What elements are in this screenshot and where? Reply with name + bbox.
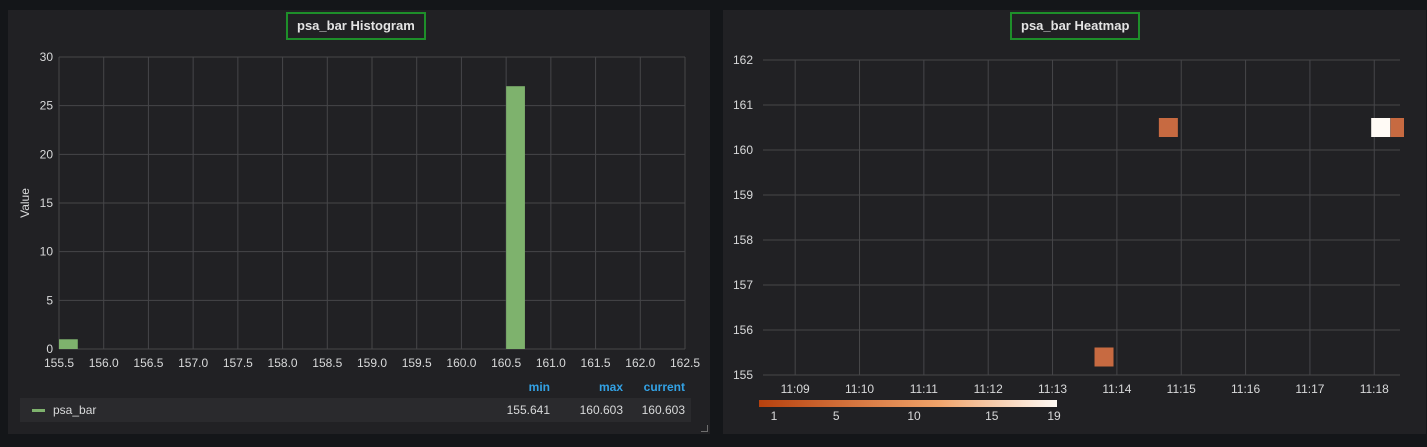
histogram-panel[interactable]: psa_bar Histogram 155.5 156.0 156.5 157.0 15…: [8, 10, 710, 434]
color-scale-tick: 5: [833, 409, 840, 423]
color-scale-tick: 15: [985, 409, 999, 423]
y-tick-label: 155: [733, 368, 753, 382]
x-tick-label: 161.0: [536, 356, 566, 370]
x-tick-label: 11:10: [845, 382, 874, 396]
heatmap-cell: [1371, 118, 1391, 137]
legend-min-value: 155.641: [506, 403, 550, 417]
x-tick-label: 160.5: [491, 356, 521, 370]
legend-header-min[interactable]: min: [470, 378, 550, 396]
y-tick-label: 160: [733, 143, 753, 157]
legend-header-max[interactable]: max: [550, 378, 623, 396]
legend-max-value: 160.603: [579, 403, 623, 417]
y-tick-label: 162: [733, 53, 753, 67]
x-tick-label: 162.0: [625, 356, 655, 370]
x-tick-label: 11:18: [1360, 382, 1389, 396]
x-tick-label: 157.5: [223, 356, 253, 370]
y-tick-label: 5: [46, 293, 53, 307]
color-scale-tick: 10: [907, 409, 921, 423]
y-tick-label: 0: [46, 342, 53, 356]
x-tick-label: 156.5: [133, 356, 163, 370]
color-scale-tick: 19: [1047, 409, 1061, 423]
x-tick-label: 11:09: [781, 382, 810, 396]
legend-row[interactable]: psa_bar 155.641 160.603 160.603: [20, 398, 691, 422]
y-tick-label: 161: [733, 98, 753, 112]
y-tick-label: 158: [733, 233, 753, 247]
x-tick-label: 160.0: [446, 356, 476, 370]
x-tick-label: 161.5: [581, 356, 611, 370]
x-tick-label: 158.0: [268, 356, 298, 370]
x-tick-label: 162.5: [670, 356, 700, 370]
heatmap-panel[interactable]: psa_bar Heatmap 155 156 157 158 159 160 161 162…: [723, 10, 1426, 434]
x-tick-label: 11:16: [1231, 382, 1260, 396]
heatmap-cell: [1390, 118, 1404, 137]
y-tick-label: 20: [40, 147, 54, 161]
x-tick-label: 11:13: [1038, 382, 1067, 396]
legend-header-current[interactable]: current: [623, 378, 685, 396]
y-tick-label: 156: [733, 323, 753, 337]
x-tick-label: 11:11: [910, 382, 939, 396]
y-tick-label: 25: [40, 99, 54, 113]
resize-handle-icon[interactable]: [701, 425, 708, 432]
x-tick-label: 159.5: [402, 356, 432, 370]
y-tick-label: 30: [40, 50, 54, 64]
y-tick-label: 10: [40, 245, 54, 259]
x-tick-label: 155.5: [44, 356, 74, 370]
legend-current-value: 160.603: [641, 403, 685, 417]
heatmap-chart: 15515615715815916016116211:09 11:10 11:11 1…: [733, 53, 1404, 423]
y-axis-label: Value: [18, 188, 32, 218]
x-tick-label: 157.0: [178, 356, 208, 370]
histogram-chart: 155.5 156.0 156.5 157.0 157.5 158.0 158.5 159.0…: [18, 50, 700, 370]
y-tick-label: 15: [40, 196, 54, 210]
x-tick-label: 11:17: [1295, 382, 1324, 396]
x-tick-label: 11:14: [1102, 382, 1131, 396]
x-tick-label: 11:15: [1167, 382, 1196, 396]
legend-series-name[interactable]: psa_bar: [53, 398, 96, 422]
x-tick-label: 158.5: [312, 356, 342, 370]
color-scale-bar: [759, 400, 1057, 407]
color-scale-tick: 1: [771, 409, 778, 423]
y-tick-label: 159: [733, 188, 753, 202]
histogram-bar: [506, 86, 525, 349]
x-tick-label: 156.0: [89, 356, 119, 370]
series-color-swatch[interactable]: [32, 409, 45, 412]
x-tick-label: 11:12: [974, 382, 1003, 396]
y-tick-label: 157: [733, 278, 753, 292]
heatmap-cell: [1158, 118, 1178, 137]
histogram-bar: [59, 339, 78, 349]
heatmap-cell: [1094, 347, 1114, 367]
x-tick-label: 159.0: [357, 356, 387, 370]
